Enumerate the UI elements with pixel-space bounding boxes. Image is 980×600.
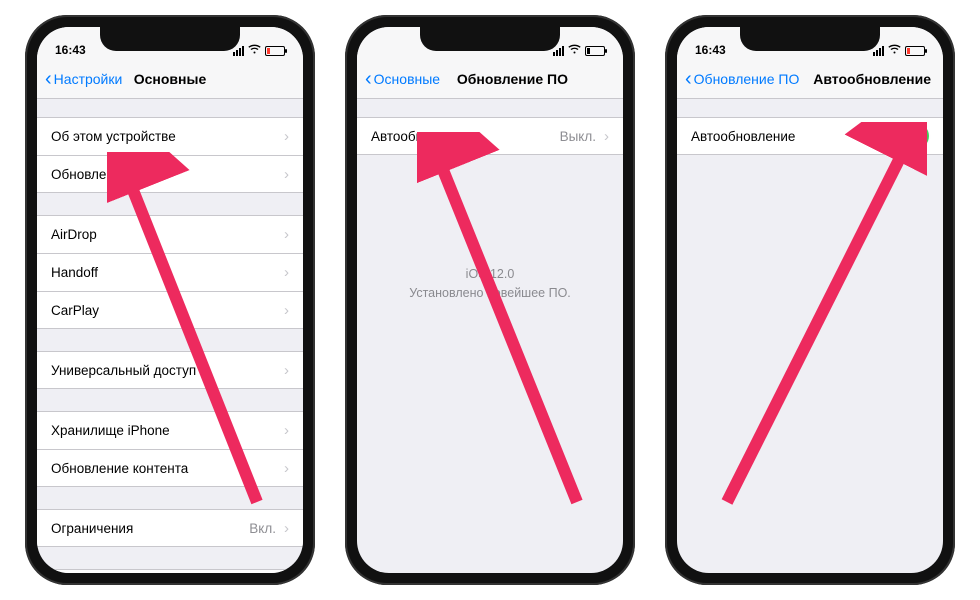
row-label: Handoff <box>51 265 98 280</box>
phone-frame-1: 16:43 ‹ Настройки Основные Об этом устро… <box>25 15 315 585</box>
chevron-right-icon: › <box>284 264 289 281</box>
notch <box>100 27 240 51</box>
back-label: Обновление ПО <box>694 71 800 87</box>
phone-frame-3: 16:43 ‹ Обновление ПО Автообновление Авт… <box>665 15 955 585</box>
update-status: Установлено новейшее ПО. <box>357 284 623 303</box>
row-date-time[interactable]: Дата и время › <box>37 569 303 573</box>
row-software-update[interactable]: Обновление ПО › <box>37 155 303 193</box>
row-label: Обновление ПО <box>51 167 153 182</box>
chevron-right-icon: › <box>604 128 609 145</box>
back-label: Настройки <box>54 71 123 87</box>
chevron-right-icon: › <box>284 422 289 439</box>
chevron-right-icon: › <box>284 166 289 183</box>
cellular-icon <box>233 46 244 56</box>
row-label: Ограничения <box>51 521 133 536</box>
row-label: CarPlay <box>51 303 99 318</box>
row-iphone-storage[interactable]: Хранилище iPhone › <box>37 411 303 449</box>
row-auto-update-toggle[interactable]: Автообновление <box>677 117 943 155</box>
row-value: Вкл. <box>249 521 276 536</box>
row-carplay[interactable]: CarPlay › <box>37 291 303 329</box>
chevron-left-icon: ‹ <box>45 69 52 89</box>
phone-frame-2: ‹ Основные Обновление ПО Автообновление … <box>345 15 635 585</box>
toggle-switch[interactable] <box>885 123 929 149</box>
wifi-icon <box>568 44 581 57</box>
row-background-refresh[interactable]: Обновление контента › <box>37 449 303 487</box>
status-time: 16:43 <box>695 43 726 57</box>
chevron-right-icon: › <box>284 226 289 243</box>
nav-bar: ‹ Настройки Основные <box>37 59 303 99</box>
battery-icon <box>585 46 605 56</box>
row-label: Автообновление <box>691 129 795 144</box>
back-button[interactable]: ‹ Настройки <box>45 69 122 89</box>
wifi-icon <box>248 44 261 57</box>
chevron-right-icon: › <box>284 302 289 319</box>
row-label: Автообновление <box>371 129 475 144</box>
page-title: Автообновление <box>813 71 931 87</box>
battery-icon <box>905 46 925 56</box>
nav-bar: ‹ Основные Обновление ПО <box>357 59 623 99</box>
chevron-left-icon: ‹ <box>685 69 692 89</box>
chevron-right-icon: › <box>284 362 289 379</box>
row-about-device[interactable]: Об этом устройстве › <box>37 117 303 155</box>
cellular-icon <box>873 46 884 56</box>
row-value: Выкл. <box>560 129 596 144</box>
annotation-arrow <box>717 122 927 512</box>
row-label: Обновление контента <box>51 461 188 476</box>
nav-bar: ‹ Обновление ПО Автообновление <box>677 59 943 99</box>
cellular-icon <box>553 46 564 56</box>
status-time: 16:43 <box>55 43 86 57</box>
row-label: Хранилище iPhone <box>51 423 170 438</box>
chevron-right-icon: › <box>284 520 289 537</box>
back-button[interactable]: ‹ Обновление ПО <box>685 69 799 89</box>
row-label: Об этом устройстве <box>51 129 176 144</box>
row-restrictions[interactable]: Ограничения Вкл. › <box>37 509 303 547</box>
wifi-icon <box>888 44 901 57</box>
row-auto-update[interactable]: Автообновление Выкл. › <box>357 117 623 155</box>
notch <box>740 27 880 51</box>
battery-icon <box>265 46 285 56</box>
status-message: iOS 12.0 Установлено новейшее ПО. <box>357 265 623 303</box>
chevron-right-icon: › <box>284 128 289 145</box>
page-title: Основные <box>134 71 207 87</box>
row-label: Универсальный доступ <box>51 363 196 378</box>
back-button[interactable]: ‹ Основные <box>365 69 440 89</box>
page-title: Обновление ПО <box>457 71 568 87</box>
notch <box>420 27 560 51</box>
row-handoff[interactable]: Handoff › <box>37 253 303 291</box>
ios-version: iOS 12.0 <box>357 265 623 284</box>
row-accessibility[interactable]: Универсальный доступ › <box>37 351 303 389</box>
chevron-right-icon: › <box>284 460 289 477</box>
row-label: AirDrop <box>51 227 97 242</box>
back-label: Основные <box>374 71 440 87</box>
chevron-left-icon: ‹ <box>365 69 372 89</box>
row-airdrop[interactable]: AirDrop › <box>37 215 303 253</box>
